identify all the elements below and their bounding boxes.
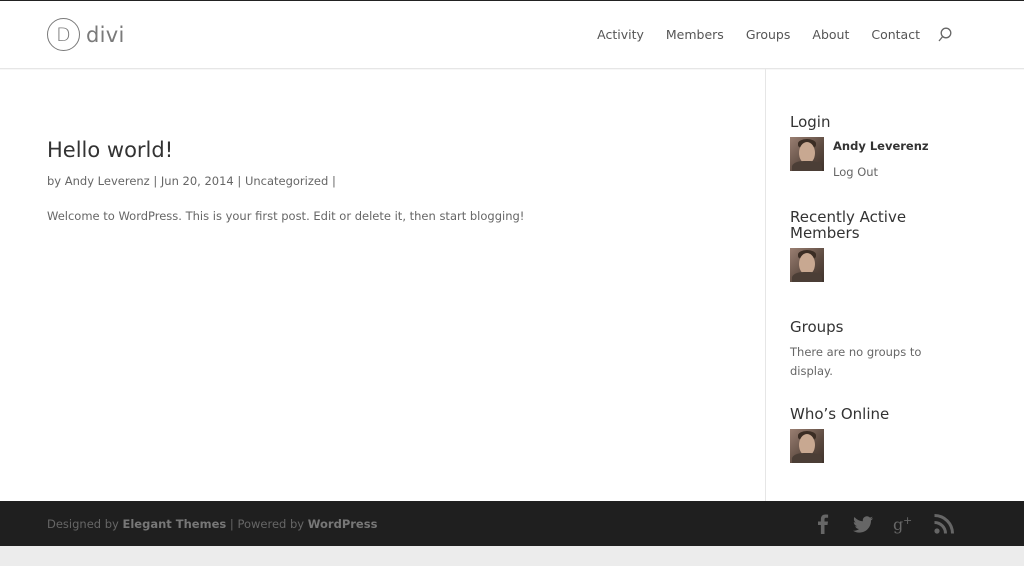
login-user-name[interactable]: Andy Leverenz [833,139,929,153]
post-author-link[interactable]: Andy Leverenz [65,174,150,188]
logo-text: divi [86,22,125,47]
logo-mark: D [47,18,80,51]
whos-online-widget: Who’s Online [790,406,889,463]
nav-activity[interactable]: Activity [597,27,644,42]
groups-widget-title: Groups [790,318,844,336]
rss-icon[interactable] [933,513,955,535]
nav-about[interactable]: About [812,27,849,42]
footer-powered-by: Powered by [237,517,305,531]
post-category-link[interactable]: Uncategorized [245,174,328,188]
post-meta: by Andy Leverenz | Jun 20, 2014 | Uncate… [47,174,727,188]
footer-credits: Designed by Elegant Themes | Powered by … [47,517,377,531]
site-header: D divi Activity Members Groups About Con… [0,1,1024,69]
online-member-avatar[interactable] [790,429,824,463]
recent-members-title: Recently Active Members [790,208,907,242]
twitter-icon[interactable] [852,513,874,535]
groups-empty-text: There are no groups to display. [790,345,922,378]
footer-separator: | [229,517,234,531]
nav-members[interactable]: Members [666,27,724,42]
svg-text:+: + [903,514,912,527]
search-icon[interactable] [938,27,952,43]
site-logo[interactable]: D divi [47,18,125,51]
whos-online-title: Who’s Online [790,405,890,423]
footer-designed-by: Designed by [47,517,119,531]
meta-separator: | [237,174,242,188]
meta-separator: | [331,174,336,188]
meta-separator: | [153,174,158,188]
facebook-icon[interactable] [812,513,834,535]
nav-groups[interactable]: Groups [746,27,791,42]
post-date: Jun 20, 2014 [160,174,234,188]
svg-text:g: g [893,515,903,534]
meta-by: by [47,174,62,188]
elegant-themes-link[interactable]: Elegant Themes [123,517,227,531]
member-avatar[interactable] [790,248,824,282]
main-content: Hello world! by Andy Leverenz | Jun 20, … [47,138,727,223]
login-widget-title: Login [790,113,831,131]
post-title[interactable]: Hello world! [47,138,727,162]
recent-members-widget: Recently Active Members [790,209,920,282]
site-footer: Designed by Elegant Themes | Powered by … [0,501,1024,546]
nav-contact[interactable]: Contact [871,27,920,42]
main-nav: Activity Members Groups About Contact [597,27,920,42]
login-widget: Login Andy Leverenz Log Out [790,114,990,179]
logout-link[interactable]: Log Out [833,165,929,179]
user-avatar[interactable] [790,137,824,171]
groups-widget: Groups There are no groups to display. [790,319,940,381]
page-bottom-strip [0,546,1024,566]
google-plus-icon[interactable]: g + [892,513,914,535]
post-excerpt: Welcome to WordPress. This is your first… [47,209,525,223]
wordpress-link[interactable]: WordPress [308,517,378,531]
sidebar-divider [765,69,766,501]
sidebar: Login Andy Leverenz Log Out Recently Act… [790,114,990,463]
